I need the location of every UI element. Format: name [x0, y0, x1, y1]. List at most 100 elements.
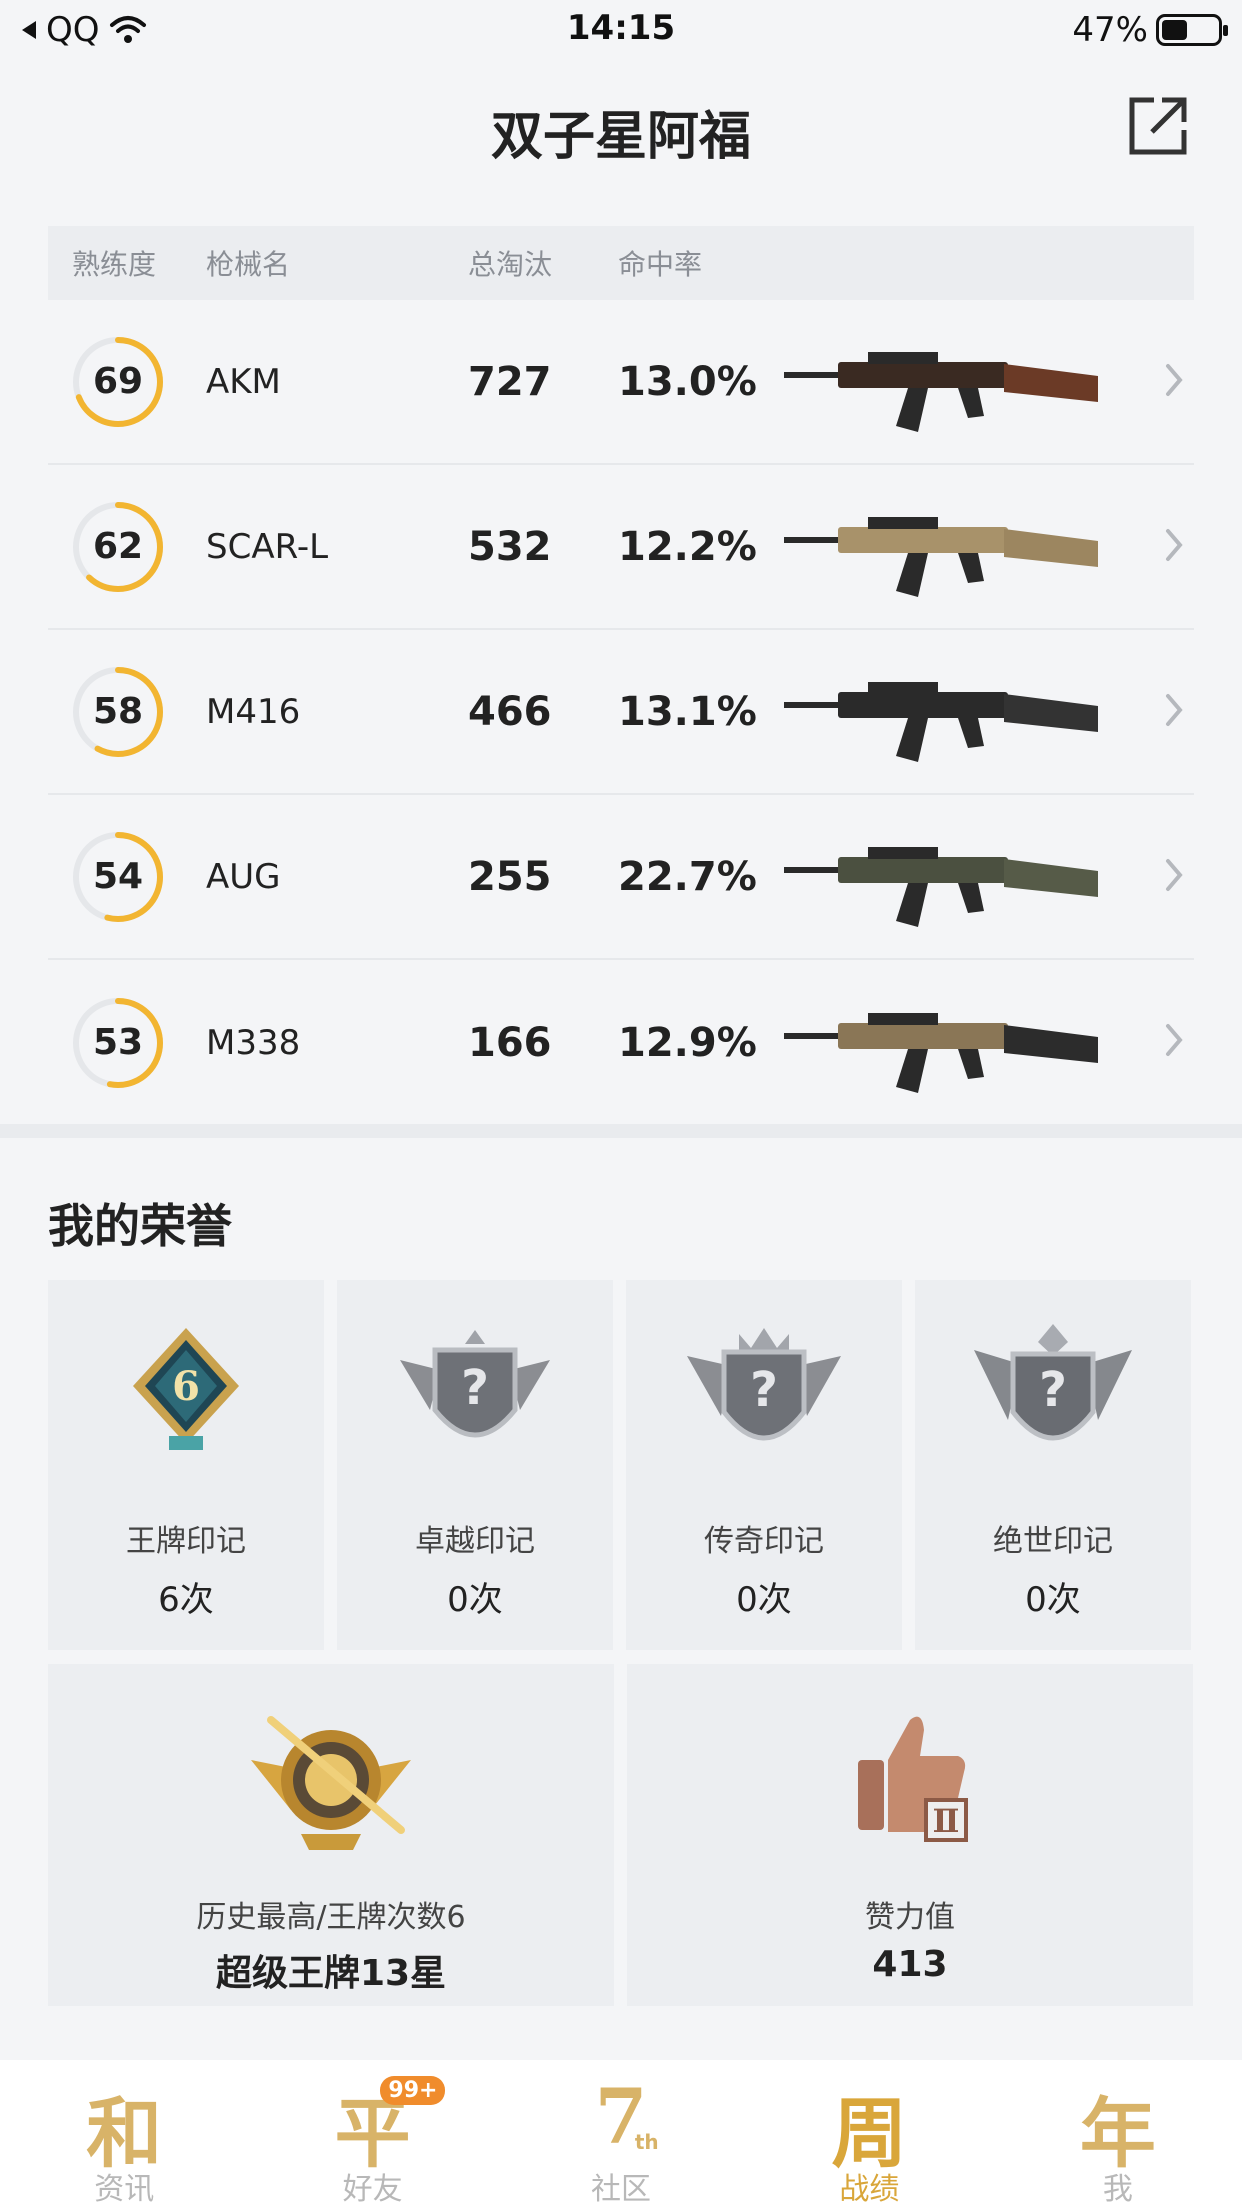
tab-community[interactable]: 7 th 社区 — [497, 2060, 745, 2208]
honor-count: 6次 — [158, 1580, 214, 1620]
weapon-image — [778, 817, 1128, 937]
share-icon[interactable] — [1126, 94, 1190, 158]
clock: 14:15 — [566, 8, 676, 48]
weapon-name: M416 — [206, 691, 301, 732]
weapon-accuracy: 12.2% — [618, 523, 757, 570]
weapon-kills: 255 — [468, 853, 552, 900]
rifle-icon — [784, 1012, 1098, 1093]
weapon-accuracy: 13.1% — [618, 688, 757, 735]
weapon-row[interactable]: 53 M338 166 12.9% — [48, 960, 1194, 1125]
proficiency-ring: 62 — [70, 499, 166, 595]
proficiency-value: 58 — [92, 690, 144, 732]
excellent-mark-badge-icon: ? — [400, 1330, 550, 1438]
weapon-accuracy: 12.9% — [618, 1019, 757, 1066]
honor-label: 历史最高/王牌次数6 — [196, 1900, 466, 1935]
honor-grid: 6 王牌印记 6次 ? 卓越印记 0次 ? 传奇印记 0次 ? 绝世印记 0次 … — [48, 1280, 1194, 2006]
honor-count: 0次 — [447, 1580, 503, 1620]
tab-label: 我 — [1102, 2172, 1133, 2207]
tab-community-superscript: th — [634, 2130, 659, 2154]
nav-bar: 双子星阿福 — [0, 62, 1242, 192]
weapon-accuracy: 22.7% — [618, 853, 757, 900]
proficiency-ring: 58 — [70, 664, 166, 760]
tab-label: 战绩 — [839, 2172, 900, 2207]
weapon-name: AUG — [206, 856, 281, 897]
proficiency-value: 54 — [92, 855, 144, 897]
weapon-row[interactable]: 62 SCAR-L 532 12.2% — [48, 465, 1194, 630]
honor-count: 0次 — [1025, 1580, 1081, 1620]
rifle-icon — [784, 516, 1098, 597]
weapon-kills: 532 — [468, 523, 552, 570]
svg-text:?: ? — [1039, 1362, 1067, 1418]
proficiency-ring: 53 — [70, 995, 166, 1091]
weapon-table: 熟练度 枪械名 总淘汰 命中率 69 AKM 727 13.0% 62 SCAR-L 532… — [48, 226, 1194, 1125]
table-header: 熟练度 枪械名 总淘汰 命中率 — [48, 226, 1194, 300]
svg-text:?: ? — [750, 1362, 778, 1418]
header-accuracy: 命中率 — [618, 248, 703, 281]
weapon-name: AKM — [206, 361, 281, 402]
peerless-mark-badge-icon: ? — [974, 1324, 1132, 1441]
chevron-right-icon[interactable] — [1164, 1022, 1184, 1058]
tab-news[interactable]: 和 资讯 — [0, 2060, 248, 2208]
rifle-icon — [784, 681, 1098, 762]
proficiency-ring: 54 — [70, 829, 166, 925]
header-weapon-name: 枪械名 — [206, 248, 291, 281]
tab-label: 社区 — [591, 2172, 652, 2207]
rifle-icon — [784, 351, 1098, 432]
tab-friends[interactable]: 平 99+ 好友 — [248, 2060, 496, 2208]
weapon-kills: 727 — [468, 358, 552, 405]
battery-percent: 47% — [1072, 10, 1148, 50]
honor-count: 0次 — [736, 1580, 792, 1620]
battery-status: 47% — [1072, 10, 1228, 50]
proficiency-value: 53 — [92, 1021, 144, 1063]
rifle-icon — [784, 846, 1098, 927]
weapon-name: M338 — [206, 1022, 301, 1063]
honor-label: 卓越印记 — [415, 1524, 535, 1559]
weapon-row[interactable]: 54 AUG 255 22.7% — [48, 795, 1194, 960]
honor-card-legend[interactable]: ? 传奇印记 0次 — [626, 1280, 902, 1650]
honor-card-highest-rank[interactable]: 历史最高/王牌次数6 超级王牌13星 — [48, 1664, 614, 2006]
honor-value: 超级王牌13星 — [215, 1953, 447, 1994]
super-ace-rank-icon — [251, 1716, 411, 1850]
weapon-image — [778, 487, 1128, 607]
weapon-row[interactable]: 69 AKM 727 13.0% — [48, 300, 1194, 465]
section-divider — [0, 1124, 1242, 1138]
svg-text:?: ? — [461, 1360, 489, 1416]
ace-mark-badge-icon: 6 — [133, 1328, 239, 1450]
chevron-right-icon[interactable] — [1164, 527, 1184, 563]
tab-community-icon: 7 — [594, 2072, 648, 2161]
header-proficiency: 熟练度 — [72, 248, 157, 281]
honor-label: 赞力值 — [865, 1900, 955, 1935]
weapon-kills: 166 — [468, 1019, 552, 1066]
weapon-name: SCAR-L — [206, 526, 329, 567]
page-title: 双子星阿福 — [490, 107, 751, 167]
tab-label: 资讯 — [94, 2172, 155, 2207]
thumbs-up-icon: Ⅱ — [858, 1716, 968, 1842]
tab-records[interactable]: 周 战绩 — [745, 2060, 993, 2208]
tab-bar: 和 资讯 平 99+ 好友 7 th 社区 周 战绩 年 我 — [0, 2060, 1242, 2208]
legend-mark-badge-icon: ? — [687, 1328, 841, 1441]
weapon-image — [778, 652, 1128, 772]
honor-card-ace[interactable]: 6 王牌印记 6次 — [48, 1280, 324, 1650]
honor-card-likes[interactable]: Ⅱ 赞力值 413 — [627, 1664, 1193, 2006]
honor-section-title: 我的荣誉 — [48, 1199, 232, 1253]
status-bar: QQ 14:15 47% — [0, 0, 1242, 62]
svg-text:Ⅱ: Ⅱ — [933, 1802, 960, 1840]
honor-label: 绝世印记 — [993, 1524, 1113, 1559]
honor-label: 传奇印记 — [704, 1524, 824, 1559]
chevron-right-icon[interactable] — [1164, 692, 1184, 728]
chevron-right-icon[interactable] — [1164, 857, 1184, 893]
proficiency-ring: 69 — [70, 334, 166, 430]
chevron-right-icon[interactable] — [1164, 362, 1184, 398]
weapon-accuracy: 13.0% — [618, 358, 757, 405]
honor-label: 王牌印记 — [126, 1524, 246, 1559]
weapon-image — [778, 983, 1128, 1103]
honor-value: 413 — [872, 1944, 948, 1985]
notification-badge: 99+ — [380, 2076, 446, 2105]
honor-card-excellent[interactable]: ? 卓越印记 0次 — [337, 1280, 613, 1650]
weapon-kills: 466 — [468, 688, 552, 735]
weapon-list: 69 AKM 727 13.0% 62 SCAR-L 532 12.2% 58 M416 466 13… — [48, 300, 1194, 1125]
tab-me[interactable]: 年 我 — [994, 2060, 1242, 2208]
proficiency-value: 69 — [92, 360, 144, 402]
honor-card-peerless[interactable]: ? 绝世印记 0次 — [915, 1280, 1191, 1650]
weapon-row[interactable]: 58 M416 466 13.1% — [48, 630, 1194, 795]
